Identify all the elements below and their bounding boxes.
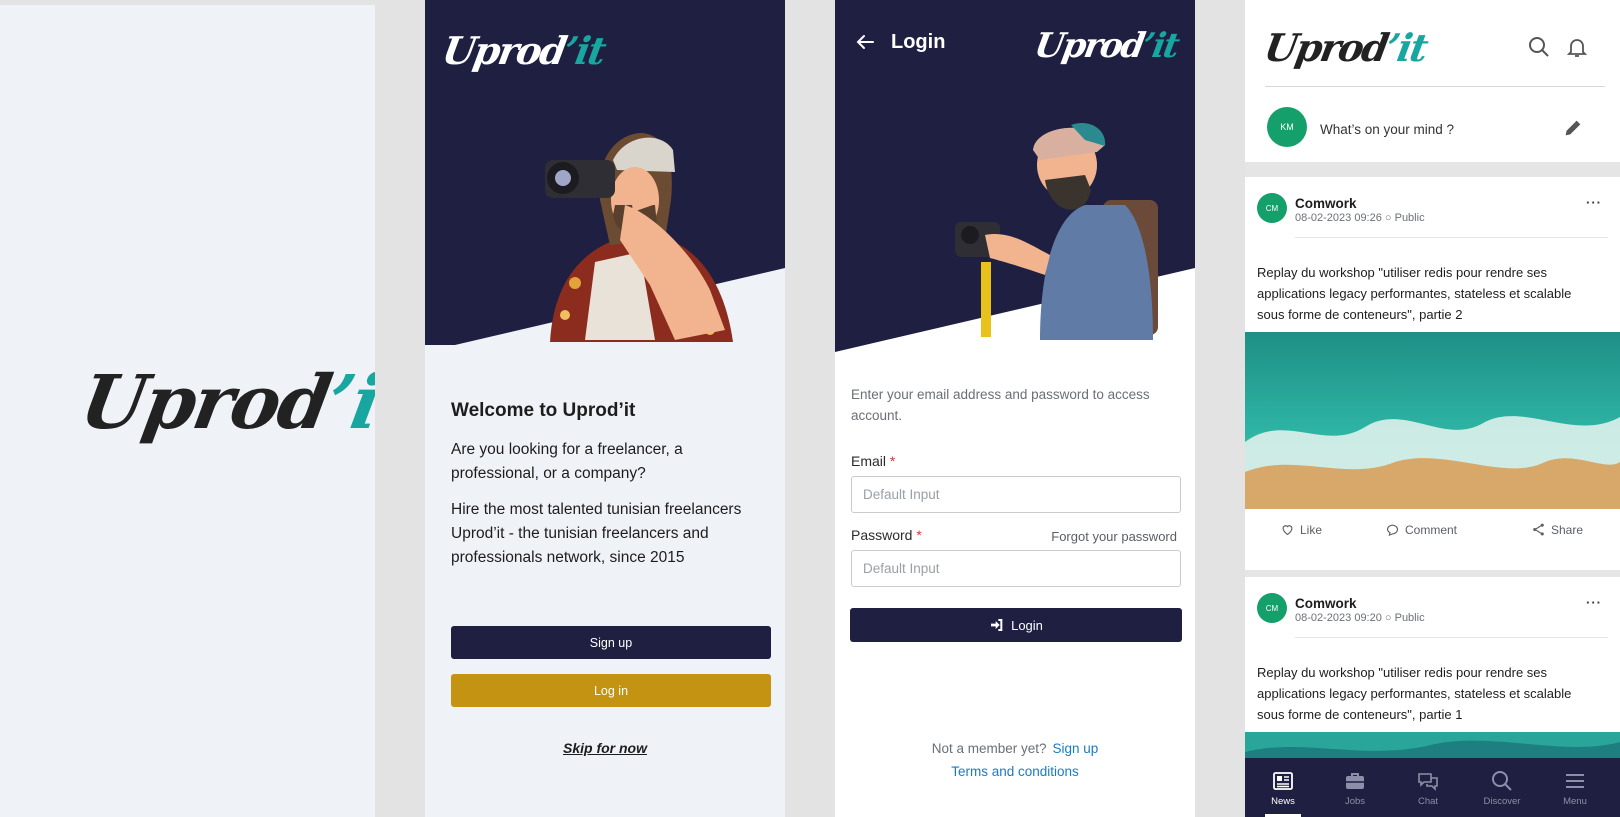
- email-field[interactable]: [851, 476, 1181, 513]
- post-divider: [1295, 637, 1608, 638]
- nav-item-news[interactable]: News: [1253, 758, 1313, 817]
- heart-icon: [1282, 525, 1293, 536]
- password-field[interactable]: [851, 550, 1181, 587]
- news-feed-screen: Uprod’it KM What’s on your mind ? CM Com…: [1245, 0, 1620, 817]
- header-divider: [1265, 86, 1605, 87]
- post-composer-input[interactable]: What’s on your mind ?: [1320, 122, 1454, 137]
- news-icon: [1273, 771, 1293, 790]
- share-button[interactable]: Share: [1531, 522, 1583, 537]
- login-intro-text: Enter your email address and password to…: [851, 387, 1150, 423]
- welcome-title: Welcome to Uprod’it: [451, 400, 636, 421]
- avatar[interactable]: CM: [1257, 193, 1287, 223]
- comment-button[interactable]: Comment: [1385, 522, 1457, 537]
- share-icon: [1533, 523, 1544, 536]
- password-label: Password *: [851, 527, 922, 543]
- chat-icon: [1418, 772, 1438, 791]
- login-screen: Login Uprod’it Enter your email address …: [835, 0, 1195, 817]
- post-meta: 08-02-2023 09:26 ○ Public: [1295, 212, 1425, 224]
- search-icon: [1492, 770, 1512, 791]
- welcome-description: Hire the most talented tunisian freelanc…: [451, 501, 742, 566]
- brand-logo: Uprod’it: [1031, 26, 1181, 66]
- search-icon[interactable]: [1527, 35, 1551, 59]
- more-options-icon[interactable]: ···: [1586, 595, 1602, 610]
- log-in-button[interactable]: Log in: [451, 674, 771, 707]
- welcome-screen: Uprod’it Welcome to Uprod’it Are you loo…: [425, 0, 785, 817]
- avatar[interactable]: KM: [1267, 107, 1307, 147]
- more-options-icon[interactable]: ···: [1586, 195, 1602, 210]
- post-divider: [1295, 237, 1608, 238]
- comment-icon: [1386, 524, 1399, 537]
- post-author[interactable]: Comwork: [1295, 596, 1357, 611]
- skip-for-now-link[interactable]: Skip for now: [425, 740, 785, 756]
- brand-logo: Uprod’it: [1261, 25, 1430, 70]
- sign-in-icon: [991, 619, 1003, 631]
- not-member-text: Not a member yet? Sign up: [931, 741, 1099, 756]
- login-button[interactable]: Login: [850, 608, 1182, 642]
- splash-screen: Uprod’it: [0, 5, 375, 817]
- page-title: Login: [891, 31, 946, 53]
- back-arrow-icon[interactable]: [853, 30, 877, 54]
- welcome-question: Are you looking for a freelancer, a prof…: [451, 441, 683, 482]
- brand-logo: Uprod’it: [74, 360, 375, 446]
- avatar[interactable]: CM: [1257, 593, 1287, 623]
- nav-item-discover[interactable]: Discover: [1472, 758, 1532, 817]
- menu-icon: [1566, 773, 1584, 788]
- pencil-icon[interactable]: [1562, 117, 1584, 139]
- nav-item-jobs[interactable]: Jobs: [1325, 758, 1385, 817]
- email-label: Email *: [851, 453, 896, 469]
- post-author[interactable]: Comwork: [1295, 196, 1357, 211]
- forgot-password-link[interactable]: Forgot your password: [1051, 529, 1177, 544]
- bell-icon[interactable]: [1565, 35, 1589, 59]
- brand-logo: Uprod’it: [439, 28, 608, 73]
- post-body: Replay du workshop "utiliser redis pour …: [1257, 665, 1572, 722]
- nav-item-chat[interactable]: Chat: [1398, 758, 1458, 817]
- like-button[interactable]: Like: [1280, 522, 1322, 537]
- sign-up-link[interactable]: Sign up: [1053, 741, 1099, 756]
- bottom-navigation: News Jobs Chat Discover Menu: [1245, 758, 1620, 817]
- briefcase-icon: [1346, 772, 1364, 789]
- nav-item-menu[interactable]: Menu: [1545, 758, 1605, 817]
- post-image[interactable]: [1245, 332, 1620, 509]
- feed-post: CM Comwork 08-02-2023 09:26 ○ Public ···…: [1245, 177, 1620, 570]
- sign-up-button[interactable]: Sign up: [451, 626, 771, 659]
- post-body: Replay du workshop "utiliser redis pour …: [1257, 265, 1572, 322]
- feed-header: Uprod’it KM What’s on your mind ?: [1245, 0, 1620, 162]
- terms-link[interactable]: Terms and conditions: [835, 764, 1195, 779]
- post-meta: 08-02-2023 09:20 ○ Public: [1295, 612, 1425, 624]
